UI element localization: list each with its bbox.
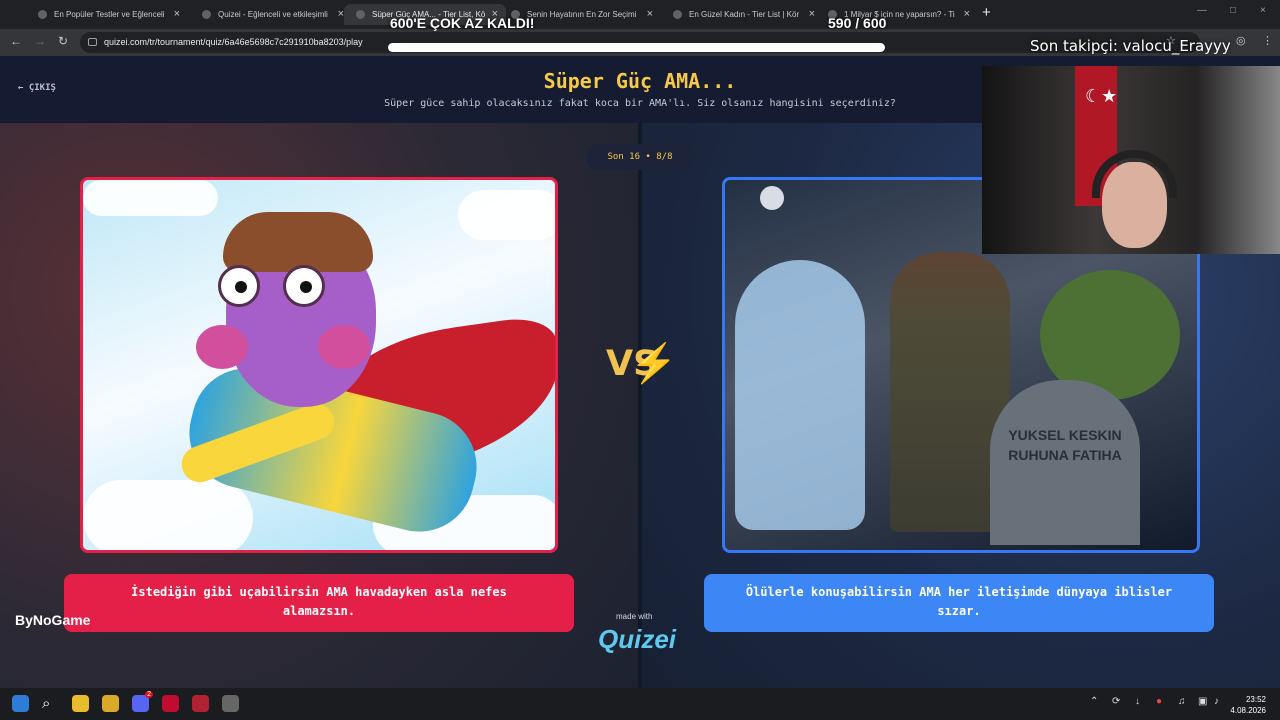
moon-icon <box>760 186 784 210</box>
url-text: quizei.com/tr/tournament/quiz/6a46e5698c… <box>104 37 363 47</box>
microphone-icon[interactable]: ♫ <box>1178 696 1186 707</box>
date: 4.08.2026 <box>1230 706 1266 715</box>
pupil <box>300 281 312 293</box>
cloud-icon <box>458 190 555 240</box>
superhero-hair <box>223 212 373 272</box>
right-cheek <box>318 325 370 369</box>
last-follower: Son takipçi: valocu_Erayyy <box>1030 37 1231 55</box>
left-cheek <box>196 325 248 369</box>
stream-goal-count: 590 / 600 <box>828 15 887 31</box>
download-icon[interactable]: ↓ <box>1135 696 1140 707</box>
cloud-icon <box>83 480 253 550</box>
right-eye <box>283 265 325 307</box>
profile-icon[interactable]: ◎ <box>1236 34 1246 47</box>
app-icon[interactable] <box>222 695 239 712</box>
minimize-icon[interactable]: — <box>1197 5 1207 16</box>
close-icon[interactable]: × <box>174 4 180 25</box>
pupil <box>235 281 247 293</box>
tray-chevron-icon[interactable]: ⌃ <box>1090 696 1098 707</box>
made-with-label: made with <box>616 612 653 621</box>
notification-badge: 2 <box>145 691 153 698</box>
favicon-icon <box>356 10 365 19</box>
clock[interactable]: 23:52 4.08.2026 <box>1230 694 1266 716</box>
exit-label: ÇIKIŞ <box>28 83 56 93</box>
search-icon[interactable]: ⌕ <box>42 695 59 712</box>
gravestone: YUKSEL KESKIN RUHUNA FATIHA <box>990 380 1140 545</box>
new-tab-button[interactable]: + <box>982 4 991 21</box>
bynogame-logo: ByNoGame <box>15 612 91 628</box>
tab-most-beautiful[interactable]: En Güzel Kadın - Tier List | Kör × <box>661 4 823 25</box>
windows-taskbar: ⌕ 2 ⌃ ⟳ ↓ ● ♫ ▣ ♪ 23:52 4.08.2026 <box>0 688 1280 720</box>
close-icon[interactable]: × <box>809 4 815 25</box>
browser-tab-bar: En Popüler Testler ve Eğlenceli × Quizei … <box>0 0 1280 29</box>
record-icon[interactable]: ● <box>1156 696 1162 707</box>
streamer-face <box>1102 162 1167 248</box>
tab-title: En Güzel Kadın - Tier List | Kör <box>689 10 800 19</box>
left-eye <box>218 265 260 307</box>
volume-icon[interactable]: ♪ <box>1214 696 1219 707</box>
choice-divider <box>638 123 642 688</box>
folder-icon[interactable] <box>102 695 119 712</box>
site-info-icon[interactable] <box>88 38 97 46</box>
crescent-star-icon: ☾★ <box>1085 86 1118 106</box>
network-icon[interactable]: ▣ <box>1198 696 1207 707</box>
stream-goal-progress-bar <box>388 43 885 52</box>
lightning-icon: ⚡ <box>630 343 678 385</box>
cloud-icon <box>83 180 218 216</box>
start-icon[interactable] <box>12 695 29 712</box>
close-window-icon[interactable]: × <box>1260 5 1266 16</box>
favicon-icon <box>38 10 47 19</box>
left-choice-image[interactable] <box>80 177 558 553</box>
maximize-icon[interactable]: □ <box>1230 5 1236 16</box>
reload-icon[interactable]: ↻ <box>58 34 68 48</box>
ghost-figure <box>735 260 865 530</box>
close-icon[interactable]: × <box>964 4 970 25</box>
menu-icon[interactable]: ⋮ <box>1262 34 1273 47</box>
favicon-icon <box>673 10 682 19</box>
sync-icon[interactable]: ⟳ <box>1112 696 1120 707</box>
quiz-subtitle: Süper güce sahip olacaksınız fakat koca … <box>384 98 896 109</box>
forward-icon[interactable]: → <box>34 34 46 48</box>
discord-icon[interactable]: 2 <box>132 691 153 712</box>
close-icon[interactable]: × <box>647 4 653 25</box>
round-indicator: Son 16 • 8/8 <box>586 144 694 170</box>
time: 23:52 <box>1245 695 1266 704</box>
back-icon[interactable]: ← <box>10 34 22 48</box>
tab-popular-tests[interactable]: En Popüler Testler ve Eğlenceli × <box>26 4 188 25</box>
app-icon[interactable] <box>192 695 209 712</box>
exit-button[interactable]: ← ÇIKIŞ <box>18 83 56 93</box>
favicon-icon <box>202 10 211 19</box>
right-choice-caption[interactable]: Ölülerle konuşabilirsin AMA her iletişim… <box>704 574 1214 632</box>
arrow-left-icon: ← <box>18 83 29 93</box>
tab-title: Quizei - Eğlenceli ve etkileşimli <box>218 10 328 19</box>
chrome-icon[interactable] <box>72 695 89 712</box>
left-choice-caption[interactable]: İstediğin gibi uçabilirsin AMA havadayke… <box>64 574 574 632</box>
tab-quizei[interactable]: Quizei - Eğlenceli ve etkileşimli × <box>190 4 352 25</box>
streamer-webcam: ☾★ <box>982 66 1280 254</box>
quiz-title: Süper Güç AMA... <box>543 69 737 93</box>
quizei-logo: Quizei <box>598 624 677 654</box>
stream-goal-title: 600'E ÇOK AZ KALDI! <box>390 15 535 31</box>
app-icon[interactable] <box>162 695 179 712</box>
tab-title: En Popüler Testler ve Eğlenceli <box>54 10 165 19</box>
tab-title: Senin Hayatının En Zor Seçimi <box>527 10 637 19</box>
